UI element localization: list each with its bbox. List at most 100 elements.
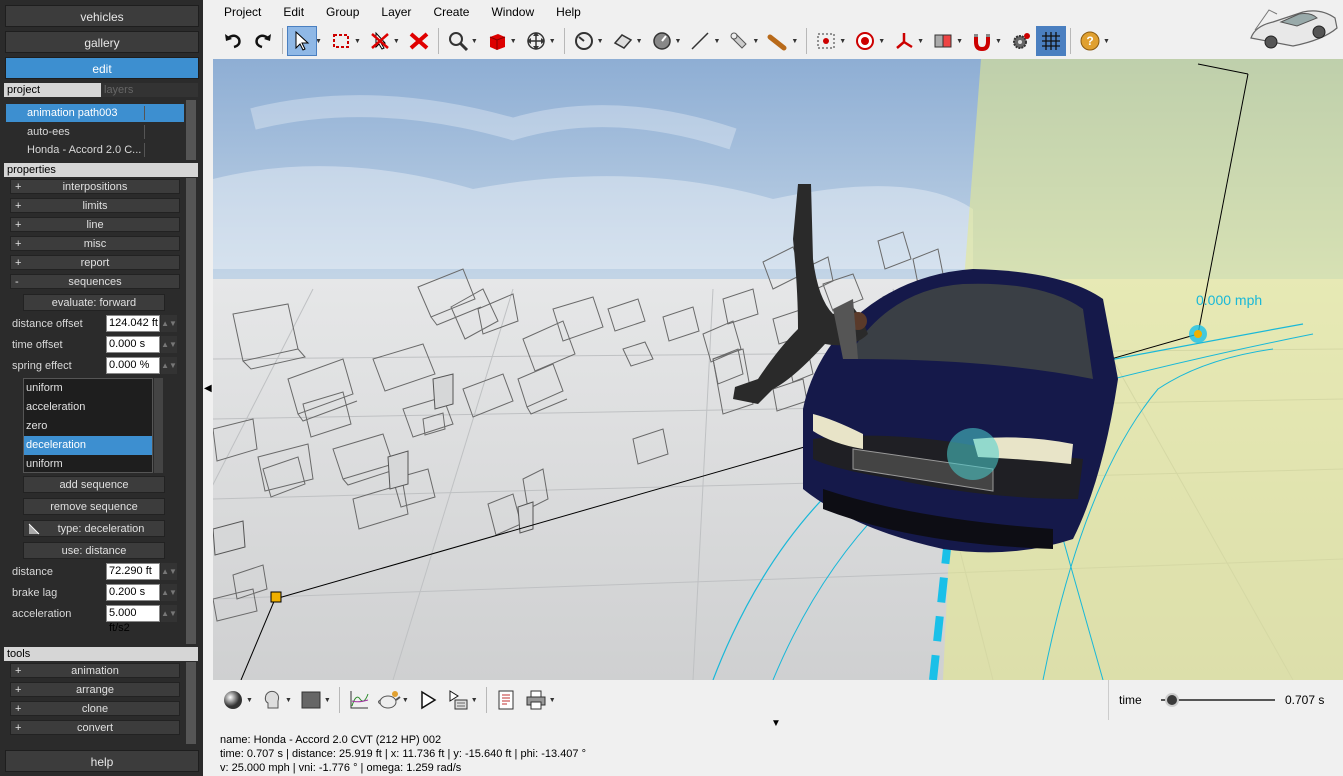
project-item[interactable]: Honda - Accord 2.0 C... [6, 141, 184, 159]
list-item[interactable]: deceleration [24, 436, 152, 455]
group-line[interactable]: + line [10, 217, 180, 232]
tools-header: tools [4, 647, 198, 661]
left-panel: vehicles gallery edit project layers ani… [0, 0, 203, 776]
time-slider-panel: time 0.707 s [1108, 680, 1343, 720]
gauge-icon[interactable] [569, 26, 599, 56]
spinner-icon[interactable]: ▲▼ [161, 357, 177, 374]
deselect-icon[interactable] [365, 26, 395, 56]
surface-icon[interactable] [608, 26, 638, 56]
tool-animation[interactable]: + animation [10, 663, 180, 678]
move-icon[interactable] [521, 26, 551, 56]
spring-effect-input[interactable]: 0.000 % [106, 357, 160, 374]
graph-icon[interactable] [344, 685, 374, 715]
brake-lag-input[interactable]: 0.200 s [106, 584, 160, 601]
tab-project[interactable]: project [4, 83, 101, 97]
distance-offset-input[interactable]: 124.042 ft [106, 315, 160, 332]
list-item[interactable]: uniform [24, 455, 152, 474]
tool-convert[interactable]: + convert [10, 720, 180, 735]
grid-icon[interactable] [1035, 26, 1066, 56]
line-icon[interactable] [685, 26, 715, 56]
group-limits[interactable]: + limits [10, 198, 180, 213]
cube-icon[interactable] [482, 26, 512, 56]
list-item[interactable]: acceleration [24, 398, 152, 417]
spinner-icon[interactable]: ▲▼ [161, 584, 177, 601]
cylinder-icon[interactable] [724, 26, 754, 56]
menu-project[interactable]: Project [213, 5, 272, 19]
teapot-icon[interactable] [374, 685, 404, 715]
group-interpositions[interactable]: + interpositions [10, 179, 180, 194]
scene[interactable] [213, 59, 1343, 680]
project-item[interactable]: auto-ees [6, 123, 184, 141]
list-item[interactable]: zero [24, 417, 152, 436]
menu-window[interactable]: Window [480, 5, 545, 19]
spinner-icon[interactable]: ▲▼ [161, 605, 177, 622]
magnet-icon[interactable] [967, 26, 997, 56]
distance-input[interactable]: 72.290 ft [106, 563, 160, 580]
spinner-icon[interactable]: ▲▼ [161, 563, 177, 580]
tool-arrange[interactable]: + arrange [10, 682, 180, 697]
spinner-icon[interactable]: ▲▼ [161, 336, 177, 353]
tab-layers[interactable]: layers [101, 83, 198, 97]
redo-icon[interactable] [248, 26, 278, 56]
remove-sequence-button[interactable]: remove sequence [23, 498, 165, 515]
acceleration-label: acceleration [12, 608, 72, 620]
render-icon[interactable] [443, 685, 473, 715]
help-icon[interactable]: ? [1075, 26, 1105, 56]
menu-layer[interactable]: Layer [370, 5, 422, 19]
target-icon[interactable] [850, 26, 880, 56]
print-icon[interactable] [521, 685, 551, 715]
status-line-kinematics: time: 0.707 s | distance: 25.919 ft | x:… [220, 748, 587, 760]
menu-help[interactable]: Help [545, 5, 592, 19]
sequence-scrollbar[interactable] [154, 378, 163, 473]
project-item[interactable]: animation path003 [6, 104, 184, 122]
settings-icon[interactable] [1006, 26, 1036, 56]
head-icon[interactable] [257, 685, 287, 715]
group-report[interactable]: + report [10, 255, 180, 270]
time-slider-handle[interactable] [1165, 693, 1180, 707]
rod-icon[interactable] [763, 26, 793, 56]
menu-edit[interactable]: Edit [272, 5, 315, 19]
menu-bar: Project Edit Group Layer Create Window H… [213, 0, 1343, 24]
expand-status-icon[interactable]: ▼ [771, 718, 781, 729]
report-icon[interactable] [491, 685, 521, 715]
properties-header: properties [4, 163, 198, 177]
add-sequence-button[interactable]: add sequence [23, 476, 165, 493]
gallery-button[interactable]: gallery [5, 31, 199, 53]
mirror-icon[interactable] [928, 26, 958, 56]
menu-group[interactable]: Group [315, 5, 370, 19]
spinner-icon[interactable]: ▲▼ [161, 315, 177, 332]
sphere-icon[interactable] [218, 685, 248, 715]
select-box-icon[interactable] [326, 26, 356, 56]
3d-viewport[interactable]: 0.000 mph [213, 59, 1343, 680]
panel-tabs: project layers [4, 83, 198, 97]
vehicles-button[interactable]: vehicles [5, 5, 199, 27]
type-button[interactable]: type: deceleration [23, 520, 165, 537]
zoom-icon[interactable] [443, 26, 473, 56]
evaluate-button[interactable]: evaluate: forward [23, 294, 165, 311]
color-swatch-icon[interactable] [296, 685, 326, 715]
use-button[interactable]: use: distance [23, 542, 165, 559]
time-offset-label: time offset [12, 339, 63, 351]
tool-clone[interactable]: + clone [10, 701, 180, 716]
acceleration-input[interactable]: 5.000 ft/s2 [106, 605, 160, 634]
play-icon[interactable] [413, 685, 443, 715]
delete-icon[interactable] [404, 26, 434, 56]
group-sequences[interactable]: - sequences [10, 274, 180, 289]
collapse-panel-icon[interactable]: ◀ [204, 383, 212, 394]
sequence-list[interactable]: uniform acceleration zero deceleration u… [23, 378, 153, 473]
edit-button[interactable]: edit [5, 57, 199, 79]
properties-scrollbar[interactable] [186, 178, 196, 644]
menu-create[interactable]: Create [422, 5, 480, 19]
list-item[interactable]: uniform [24, 379, 152, 398]
help-button[interactable]: help [5, 750, 199, 772]
brake-lag-label: brake lag [12, 587, 58, 599]
time-offset-input[interactable]: 0.000 s [106, 336, 160, 353]
tools-scrollbar[interactable] [186, 662, 196, 744]
camera-target-icon[interactable] [811, 26, 841, 56]
project-scrollbar[interactable] [186, 100, 196, 160]
axis-icon[interactable] [889, 26, 919, 56]
group-misc[interactable]: + misc [10, 236, 180, 251]
dial-icon[interactable] [647, 26, 677, 56]
select-arrow-icon[interactable] [287, 26, 317, 56]
undo-icon[interactable] [218, 26, 248, 56]
